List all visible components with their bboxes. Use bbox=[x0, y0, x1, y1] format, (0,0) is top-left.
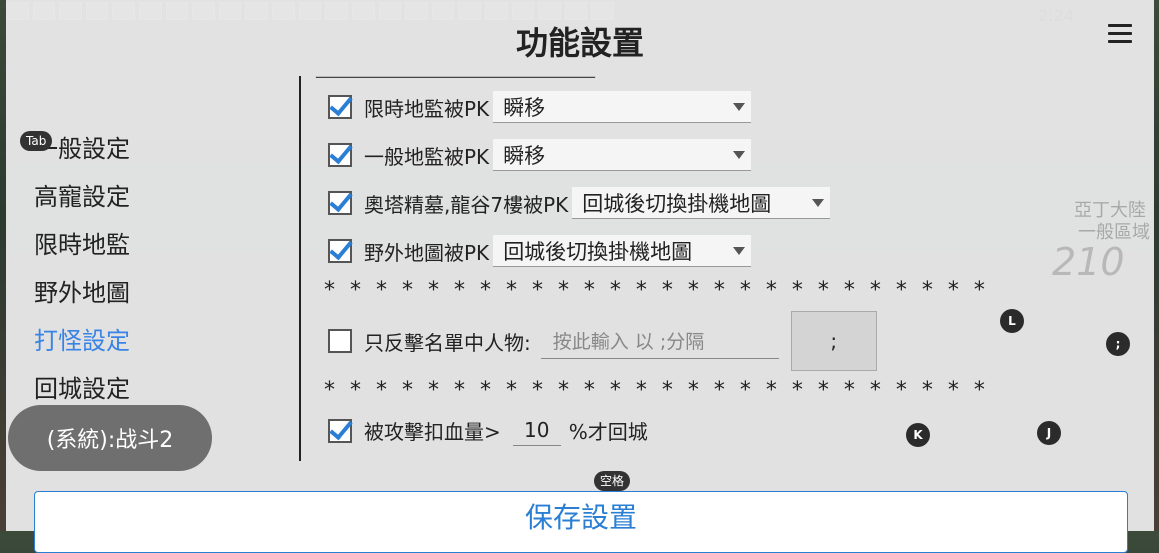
space-key-hint: 空格 bbox=[594, 471, 631, 491]
tab-key-hint: Tab bbox=[20, 131, 53, 151]
select-value: 瞬移 bbox=[503, 95, 546, 120]
option-checkbox[interactable] bbox=[328, 191, 352, 215]
option-select[interactable]: 回城後切換掛機地圖 bbox=[572, 187, 831, 219]
sidebar: 一般設定 高寵設定 限時地監 野外地圖 打怪設定 回城設定 bbox=[34, 128, 294, 416]
counter-attack-row: 只反擊名單中人物: 按此輸入 以 ;分隔 ; bbox=[328, 311, 877, 371]
select-value: 回城後切換掛機地圖 bbox=[582, 191, 772, 216]
hamburger-menu-icon[interactable] bbox=[1108, 24, 1132, 44]
separator-button[interactable]: ; bbox=[790, 311, 877, 371]
semicolon-key-hint: ; bbox=[1106, 332, 1130, 356]
hp-return-prefix: 被攻擊扣血量> bbox=[364, 420, 501, 444]
option-select[interactable]: 瞬移 bbox=[493, 139, 752, 171]
j-key-hint: J bbox=[1037, 421, 1061, 445]
option-row: 限時地監被PK 瞬移 bbox=[328, 91, 752, 123]
l-key-hint: L bbox=[1000, 309, 1024, 333]
sidebar-item-pet[interactable]: 高寵設定 bbox=[34, 176, 294, 224]
hp-return-suffix: %才回城 bbox=[568, 420, 648, 444]
hp-return-checkbox[interactable] bbox=[328, 418, 352, 443]
counter-attack-checkbox[interactable] bbox=[328, 329, 352, 353]
dropdown-arrow-icon bbox=[733, 247, 746, 255]
hp-return-row: 被攻擊扣血量> 10 %才回城 bbox=[328, 415, 652, 446]
dropdown-arrow-icon bbox=[812, 199, 825, 207]
option-checkbox[interactable] bbox=[328, 143, 352, 167]
save-button[interactable]: 保存設置 bbox=[34, 491, 1128, 553]
dashed-divider: _______________________________ bbox=[316, 58, 595, 79]
select-value: 瞬移 bbox=[503, 143, 546, 168]
option-row: 野外地圖被PK 回城後切換掛機地圖 bbox=[328, 235, 752, 267]
option-row: 奧塔精墓,龍谷7樓被PK 回城後切換掛機地圖 bbox=[328, 187, 831, 219]
option-select[interactable]: 回城後切換掛機地圖 bbox=[493, 235, 752, 267]
option-label: 一般地監被PK bbox=[364, 144, 490, 169]
option-label: 限時地監被PK bbox=[364, 96, 490, 121]
dropdown-arrow-icon bbox=[733, 151, 746, 159]
option-checkbox[interactable] bbox=[328, 239, 352, 263]
sidebar-item-timed-dungeon[interactable]: 限時地監 bbox=[34, 224, 294, 272]
name-list-input[interactable]: 按此輸入 以 ;分隔 bbox=[540, 323, 779, 359]
option-label: 奧塔精墓,龍谷7樓被PK bbox=[364, 192, 569, 217]
sidebar-item-monster[interactable]: 打怪設定 bbox=[34, 320, 294, 368]
sidebar-item-general[interactable]: 一般設定 bbox=[34, 128, 294, 176]
star-divider: * * * * * * * * * * * * * * * * * * * * … bbox=[324, 378, 989, 403]
option-label: 野外地圖被PK bbox=[364, 240, 490, 265]
option-checkbox[interactable] bbox=[328, 95, 352, 119]
dropdown-arrow-icon bbox=[733, 103, 746, 111]
star-divider: * * * * * * * * * * * * * * * * * * * * … bbox=[324, 278, 989, 303]
divider bbox=[299, 76, 301, 461]
option-row: 一般地監被PK 瞬移 bbox=[328, 139, 752, 171]
counter-attack-label: 只反擊名單中人物: bbox=[364, 330, 531, 355]
select-value: 回城後切換掛機地圖 bbox=[503, 239, 693, 264]
k-key-hint: K bbox=[906, 423, 930, 447]
hp-threshold-input[interactable]: 10 bbox=[512, 415, 561, 446]
sidebar-item-field-map[interactable]: 野外地圖 bbox=[34, 272, 294, 320]
kill-counter: 210 bbox=[1052, 240, 1125, 284]
option-select[interactable]: 瞬移 bbox=[493, 91, 752, 123]
system-toast: (系統):战斗2 bbox=[8, 405, 212, 471]
